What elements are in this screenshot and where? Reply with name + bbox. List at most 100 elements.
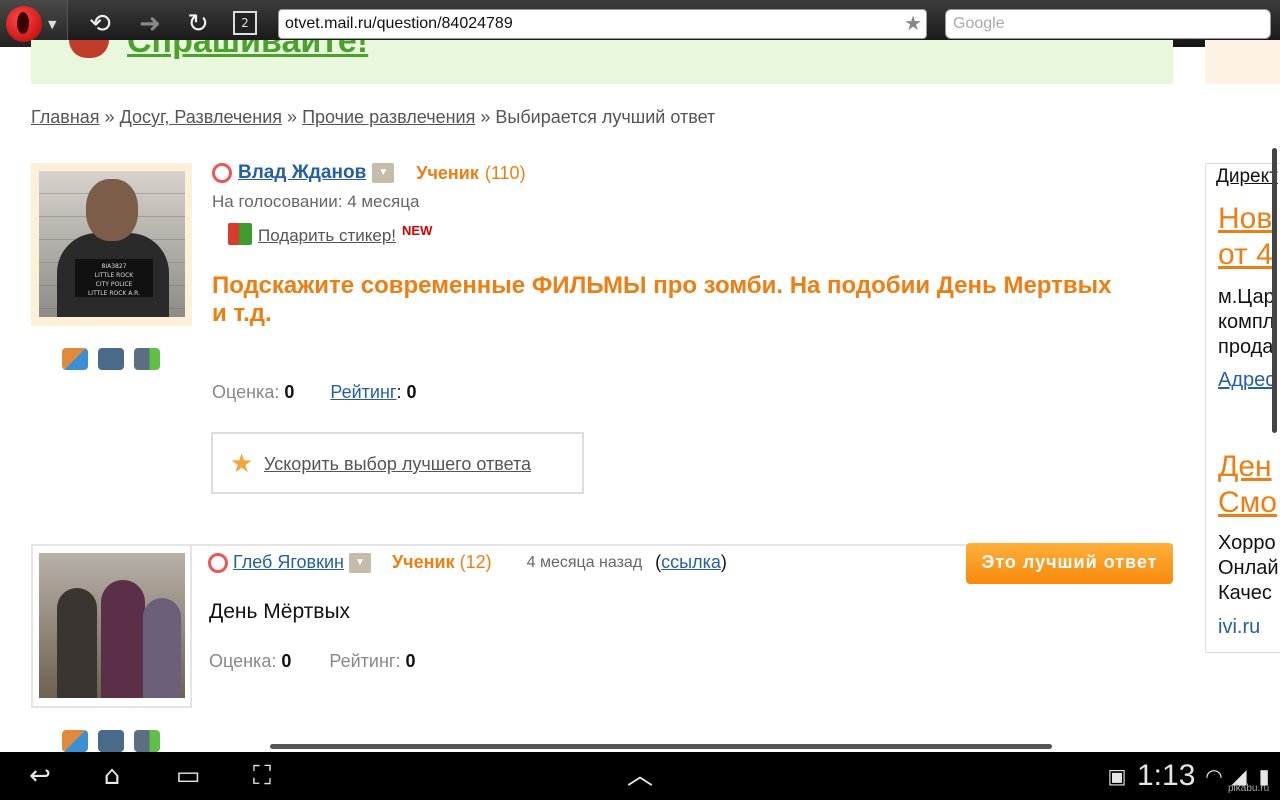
speed-up-box[interactable]: ★ Ускорить выбор лучшего ответа (211, 432, 584, 494)
ad-title-2[interactable]: Смо (1218, 486, 1277, 520)
gift-sticker-row: Подарить стикер! NEW (228, 223, 432, 246)
camera-icon[interactable] (98, 730, 124, 752)
breadcrumb-sep: » (287, 107, 298, 127)
rating-value: 0 (406, 382, 417, 402)
rating-link[interactable]: Рейтинг (330, 382, 396, 402)
banner-logo-icon (69, 40, 109, 58)
best-answer-button[interactable]: Это лучший ответ (966, 543, 1173, 584)
mugshot-line: 8IA3827 (101, 263, 127, 270)
sd-card-icon: ▣ (1107, 764, 1127, 788)
back-icon[interactable]: ⟲ (84, 8, 116, 40)
banner-link[interactable]: Спрашивайте! (127, 40, 368, 61)
score-label: Оценка: (209, 651, 277, 671)
screenshot-icon[interactable]: ⛶ (244, 760, 280, 792)
new-badge: NEW (402, 223, 433, 238)
ad-domain[interactable]: ivi.ru (1218, 616, 1260, 639)
ask-banner[interactable]: Спрашивайте! (31, 40, 1173, 84)
vertical-scrollbar[interactable] (1272, 148, 1277, 433)
recent-apps-icon[interactable]: ▭ (168, 760, 208, 792)
ad-body-1: м.Цар (1218, 286, 1275, 308)
star-icon: ★ (230, 449, 254, 479)
camera-icon[interactable] (98, 348, 124, 370)
watermark: pikabu.ru (1228, 783, 1270, 794)
breadcrumb-home[interactable]: Главная (31, 107, 100, 127)
score-label: Оценка: (212, 382, 280, 402)
photo-person (57, 588, 97, 698)
breadcrumb-current: Выбирается лучший ответ (495, 107, 716, 127)
breadcrumb: Главная » Досуг, Развлечения » Прочие ра… (31, 107, 715, 128)
score-value: 0 (284, 382, 295, 402)
wifi-icon: ◠ (1205, 764, 1223, 788)
gift-sticker-link[interactable]: Подарить стикер! (258, 226, 396, 246)
profile-world-icon[interactable] (62, 730, 88, 752)
clock: 1:13 (1137, 759, 1196, 792)
answer-permalink[interactable]: ссылка (661, 552, 721, 572)
opera-logo-icon (6, 6, 42, 42)
profile-world-icon[interactable] (62, 348, 88, 370)
address-bar[interactable]: otvet.mail.ru/question/84024789 ★ (278, 9, 927, 39)
question-author-avatar[interactable]: 8IA3827 LITTLE ROCK CITY POLICE LITTLE R… (39, 171, 185, 317)
question-author-icons (62, 348, 160, 370)
tabs-button[interactable]: 2 (233, 11, 257, 35)
photo-person (143, 598, 181, 698)
question-author-rank: Ученик (416, 162, 479, 183)
question-author-row: Влад Жданов ▼ Ученик (110) (212, 162, 526, 184)
horizontal-scrollbar[interactable] (270, 744, 1052, 749)
chevron-down-icon: ▼ (48, 18, 57, 31)
question-title: Подскажите современные ФИЛЬМЫ про зомби.… (212, 272, 1112, 327)
reload-icon[interactable]: ↻ (182, 8, 214, 40)
ad-body-2: Качес (1218, 582, 1272, 604)
author-menu-icon[interactable]: ▼ (372, 163, 395, 183)
ad-title-2[interactable]: Ден (1218, 450, 1272, 484)
forward-icon[interactable]: ➜ (134, 8, 166, 40)
breadcrumb-leisure[interactable]: Досуг, Развлечения (120, 107, 282, 127)
right-top-box (1205, 40, 1280, 84)
answer-score-line: Оценка: 0 Рейтинг: 0 (209, 651, 416, 672)
question-author-name[interactable]: Влад Жданов (238, 162, 366, 184)
breadcrumb-sep: » (480, 107, 491, 127)
answer-text: День Мёртвых (209, 600, 351, 623)
video-icon[interactable] (134, 730, 160, 752)
chevron-up-icon[interactable]: ︿ (620, 760, 660, 792)
mail-at-icon (212, 163, 232, 183)
video-icon[interactable] (134, 348, 160, 370)
speed-up-link[interactable]: Ускорить выбор лучшего ответа (264, 454, 531, 475)
gift-icon (228, 223, 252, 245)
answer-permalink-wrap: (ссылка) (655, 552, 727, 572)
home-nav-icon[interactable]: ⌂ (90, 760, 134, 792)
breadcrumb-sep: » (104, 107, 115, 127)
ad-body-1: прода (1218, 336, 1274, 358)
mail-at-icon (208, 552, 228, 573)
back-nav-icon[interactable]: ↩ (20, 760, 60, 792)
question-author-points: (110) (484, 162, 526, 183)
mugshot-line: LITTLE ROCK (94, 272, 134, 279)
photo-person (101, 580, 145, 698)
mugshot-sign: 8IA3827 LITTLE ROCK CITY POLICE LITTLE R… (75, 259, 153, 297)
answer-time: 4 месяца назад (526, 553, 643, 571)
mugshot-line: CITY POLICE (95, 281, 133, 288)
system-navigation-bar: ↩ ⌂ ▭ ⛶ ︿ ▣ 1:13 ◠ ◢ ▮ (0, 752, 1280, 800)
search-placeholder: Google (953, 15, 1005, 32)
answer-author-avatar[interactable] (39, 553, 185, 698)
breadcrumb-other[interactable]: Прочие развлечения (302, 107, 475, 127)
ad-title-1[interactable]: от 4 (1218, 238, 1273, 272)
mugshot-head (86, 179, 138, 241)
author-menu-icon[interactable]: ▼ (348, 552, 371, 573)
ad-header[interactable]: Директ (1216, 166, 1278, 188)
ad-title-1[interactable]: Нов (1218, 202, 1272, 236)
answer-author-icons (62, 730, 160, 752)
ad-body-1: компл (1218, 311, 1275, 333)
ad-body-2: Онлай (1218, 557, 1279, 579)
answer-author-name[interactable]: Глеб Яговкин (233, 552, 344, 573)
ad-address-link[interactable]: Адрес (1218, 369, 1275, 392)
question-score-line: Оценка: 0 Рейтинг: 0 (212, 382, 417, 402)
address-bar-text: otvet.mail.ru/question/84024789 (285, 15, 513, 32)
answer-author-row: Глеб Яговкин ▼ Ученик (12) 4 месяца наза… (208, 552, 727, 573)
rating-label: Рейтинг: (329, 651, 401, 671)
ad-column: Директ Нов от 4 м.Цар компл прода Адрес … (1205, 163, 1280, 653)
search-input[interactable]: Google (945, 9, 1271, 39)
mugshot-line: LITTLE ROCK A.R. (87, 290, 141, 297)
rating-value: 0 (405, 651, 416, 671)
ad-body-2: Хорро (1218, 532, 1276, 554)
bookmark-star-icon[interactable]: ★ (904, 12, 922, 36)
